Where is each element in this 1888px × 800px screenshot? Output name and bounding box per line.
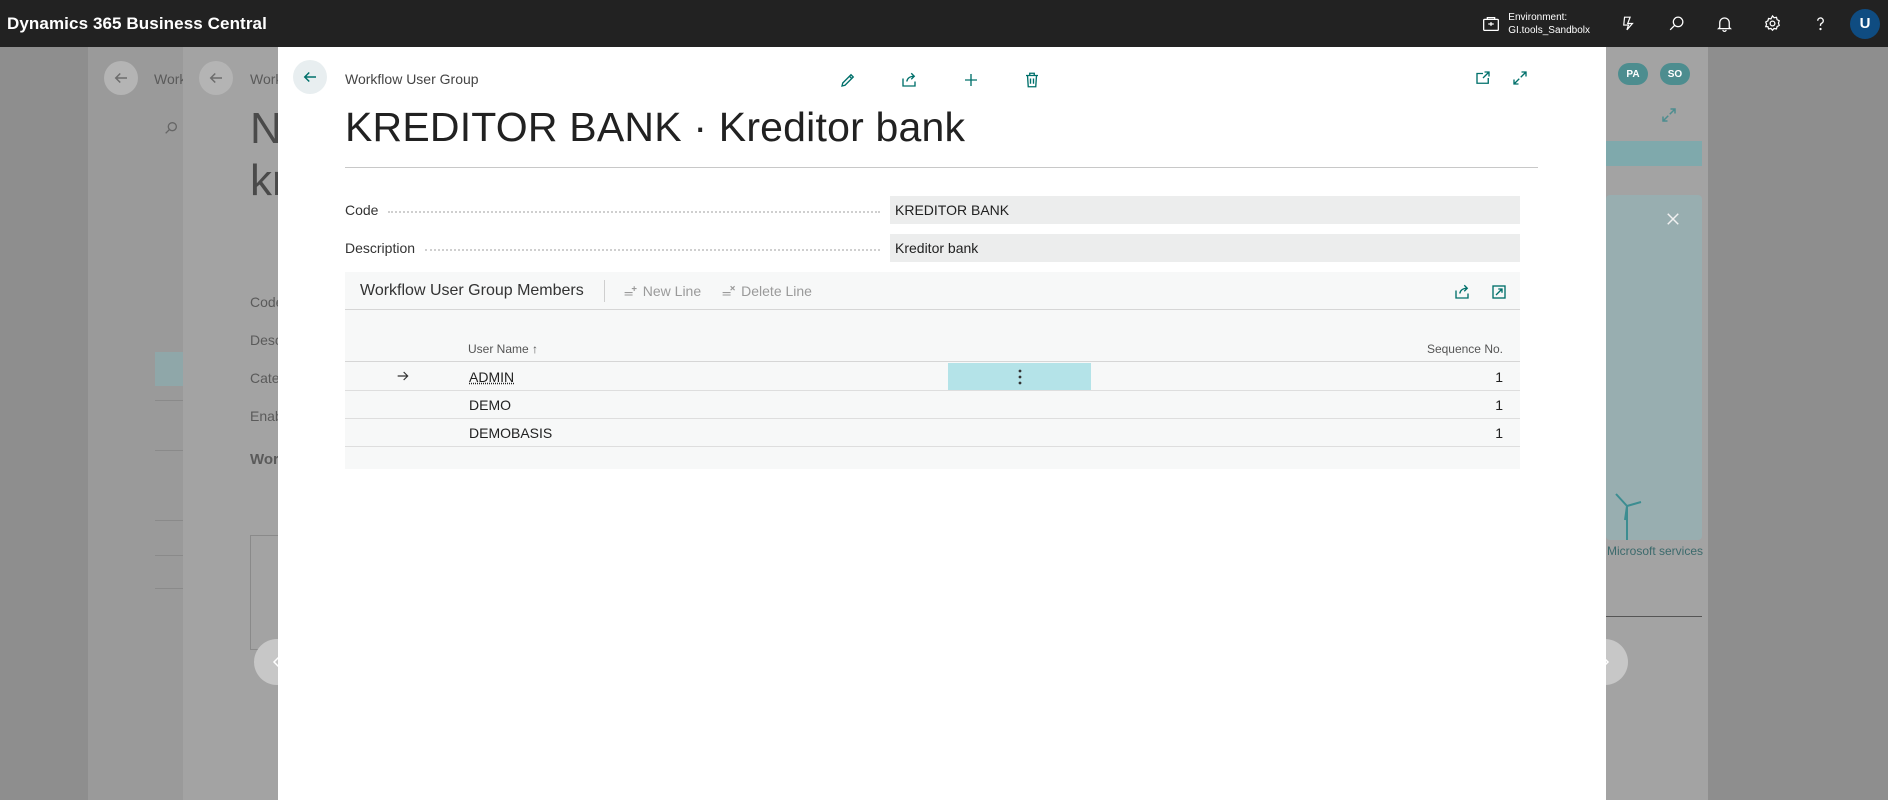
subpage-open-button[interactable] <box>1488 281 1510 303</box>
new-line-label: New Line <box>642 282 702 299</box>
leader-dots <box>388 211 880 213</box>
share-button[interactable] <box>898 69 920 91</box>
environment-indicator[interactable]: Environment: GI.tools_Sandbolx <box>1480 11 1590 37</box>
row-actions-button[interactable] <box>948 363 1091 390</box>
code-field-row: Code KREDITOR BANK <box>345 196 1520 224</box>
background-divider <box>155 520 183 521</box>
sequence-no-cell[interactable]: 1 <box>1495 397 1503 413</box>
background-expand-icon <box>1662 108 1676 122</box>
share-icon <box>1455 284 1469 299</box>
column-header-sequence-no[interactable]: Sequence No. <box>1427 342 1503 356</box>
workflow-user-group-card: Workflow User Group KREDITOR BANK · Kred… <box>278 47 1606 800</box>
help-button[interactable] <box>1796 0 1844 47</box>
delete-line-label: Delete Line <box>741 282 812 299</box>
delete-line-button[interactable]: Delete Line <box>721 283 812 299</box>
copilot-icon <box>1622 16 1634 31</box>
background-windmill-icon <box>1615 493 1642 540</box>
app-title[interactable]: Dynamics 365 Business Central <box>7 14 267 34</box>
expand-button[interactable] <box>1509 67 1531 89</box>
column-header-user-name[interactable]: User Name ↑ <box>468 342 538 356</box>
sequence-no-cell[interactable]: 1 <box>1495 425 1503 441</box>
code-label: Code <box>345 202 379 218</box>
help-icon <box>1816 17 1824 31</box>
plus-icon <box>965 74 977 86</box>
background-grid <box>250 535 278 650</box>
sequence-no-cell[interactable]: 1 <box>1495 369 1503 385</box>
members-grid-header: User Name ↑ Sequence No. <box>345 340 1520 362</box>
arrow-left-icon <box>303 71 316 83</box>
description-field[interactable]: Kreditor bank <box>890 234 1520 262</box>
arrow-left-icon <box>114 72 127 84</box>
background-section-title: Wor <box>250 451 279 468</box>
background-divider <box>155 588 183 589</box>
table-row[interactable]: ADMIN 1 <box>345 363 1520 391</box>
title-divider <box>345 167 1538 168</box>
delete-button[interactable] <box>1021 69 1043 91</box>
delete-line-icon <box>722 285 736 296</box>
back-button[interactable] <box>293 60 327 94</box>
members-subpage-header: Workflow User Group Members New Line Del… <box>345 272 1520 310</box>
background-divider <box>155 400 183 401</box>
description-label: Description <box>345 240 416 256</box>
background-search-icon <box>165 122 177 134</box>
search-button[interactable] <box>1652 0 1700 47</box>
background-label-cate: Cate <box>250 370 280 386</box>
background-divider <box>155 450 183 451</box>
background-teal-strip <box>1606 141 1702 166</box>
user-name-cell[interactable]: DEMOBASIS <box>469 425 552 441</box>
expand-icon <box>1513 71 1527 85</box>
background-selected-row <box>155 352 183 386</box>
background-microsoft-services-link: Microsoft services <box>1607 544 1704 558</box>
gear-icon <box>1764 14 1780 32</box>
background-breadcrumb-1: Work <box>154 71 187 87</box>
trash-icon <box>1026 72 1038 88</box>
bell-icon <box>1716 17 1732 32</box>
search-icon <box>1669 16 1683 31</box>
subpage-header-actions <box>1436 281 1510 303</box>
code-field[interactable]: KREDITOR BANK <box>890 196 1520 224</box>
new-button[interactable] <box>960 69 982 91</box>
open-new-window-button[interactable] <box>1472 67 1494 89</box>
subpage-share-button[interactable] <box>1451 281 1473 303</box>
table-row[interactable]: DEMO 1 <box>345 391 1520 419</box>
user-avatar[interactable]: U <box>1850 8 1880 39</box>
new-line-icon <box>624 285 637 296</box>
leader-dots <box>425 249 880 251</box>
user-name-cell[interactable]: DEMO <box>469 397 511 413</box>
breadcrumb: Workflow User Group <box>345 71 479 87</box>
toolbar-separator <box>603 279 605 302</box>
new-line-button[interactable]: New Line <box>623 283 701 299</box>
app-header: Dynamics 365 Business Central Environmen… <box>0 0 1888 47</box>
members-subpage-title[interactable]: Workflow User Group Members <box>360 282 584 300</box>
notifications-button[interactable] <box>1700 0 1748 47</box>
arrow-left-icon <box>209 72 222 84</box>
environment-name: GI.tools_Sandbolx <box>1508 24 1590 36</box>
description-field-row: Description Kreditor bank <box>345 234 1520 262</box>
pencil-icon <box>841 73 855 87</box>
table-row[interactable]: DEMOBASIS 1 <box>345 419 1520 447</box>
background-badge-so: SO <box>1660 63 1690 85</box>
background-back-button-1 <box>104 61 138 95</box>
background-badge-pa: PA <box>1618 63 1648 85</box>
environment-icon <box>1483 16 1500 31</box>
share-icon <box>902 72 916 87</box>
members-subpage: Workflow User Group Members New Line Del… <box>345 272 1520 469</box>
open-in-new-icon <box>1476 71 1490 84</box>
edit-button[interactable] <box>837 69 859 91</box>
more-vertical-icon <box>1018 369 1021 384</box>
arrow-right-icon <box>397 371 409 381</box>
copilot-button[interactable] <box>1604 0 1652 47</box>
user-name-cell[interactable]: ADMIN <box>469 369 514 385</box>
open-in-new-icon <box>1492 285 1506 299</box>
page-title: KREDITOR BANK · Kreditor bank <box>345 104 966 150</box>
background-back-button-2 <box>199 61 233 95</box>
background-divider <box>155 555 183 556</box>
header-actions: Environment: GI.tools_Sandbolx U <box>1480 0 1888 47</box>
environment-label: Environment: <box>1508 11 1568 23</box>
background-title-line-1: N <box>250 104 282 153</box>
settings-button[interactable] <box>1748 0 1796 47</box>
background-divider <box>1606 616 1702 617</box>
background-close-icon <box>1667 213 1679 225</box>
